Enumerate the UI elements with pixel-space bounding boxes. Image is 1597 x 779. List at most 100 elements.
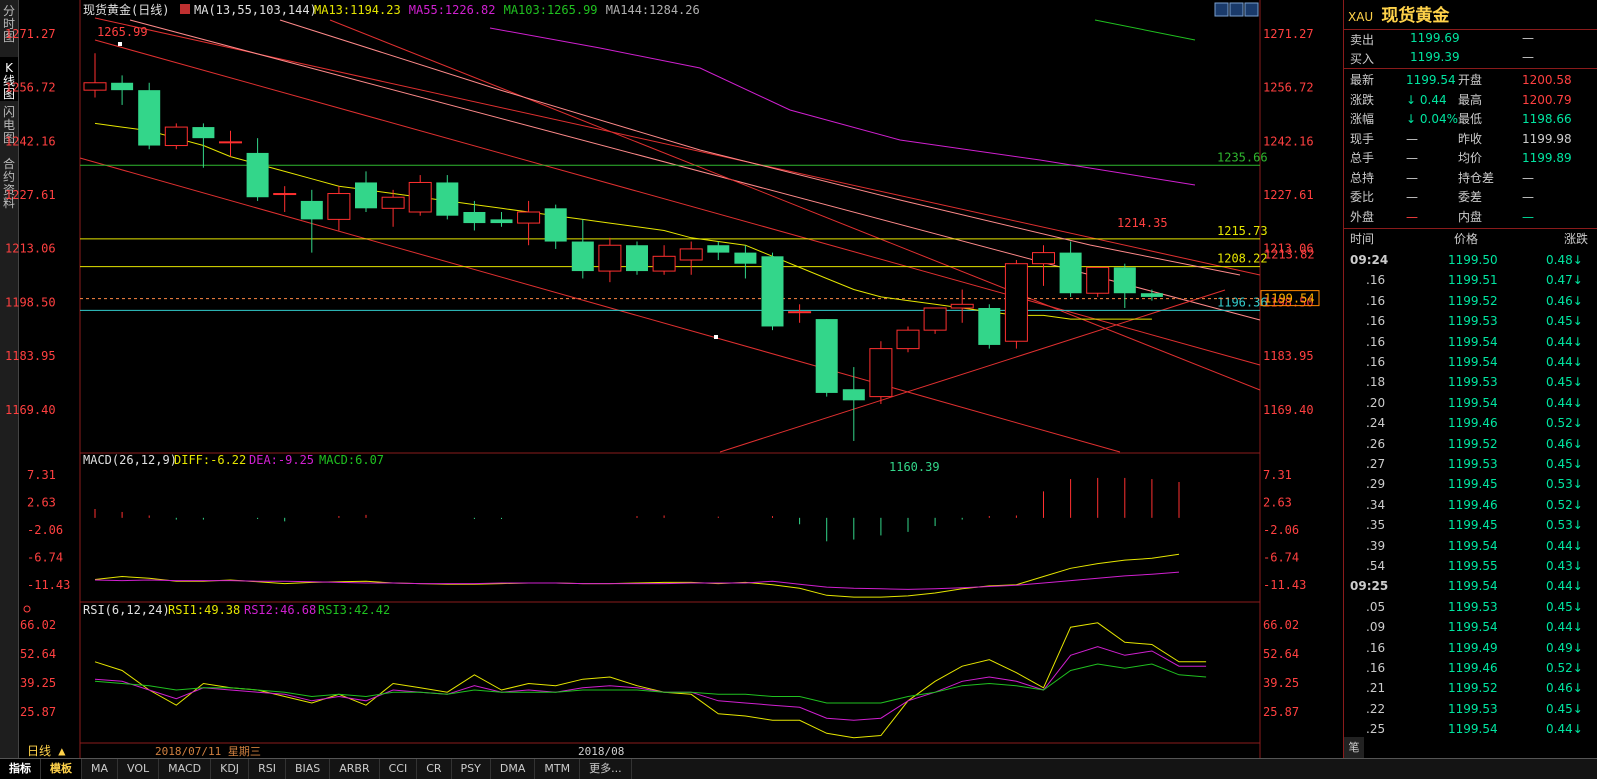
- price-tick-right: 1271.27: [1263, 27, 1314, 41]
- tick-price: 1199.52: [1448, 436, 1498, 451]
- tick-time: .39: [1366, 538, 1386, 553]
- date-cursor-label: 2018/07/11 星期三: [155, 745, 261, 758]
- ma13-line: [94, 122, 1152, 320]
- quote-label: 涨幅: [1350, 112, 1375, 126]
- candle-body: [463, 212, 486, 224]
- tab-ticks[interactable]: 笔: [1344, 737, 1364, 758]
- macd-dea: DEA:-9.25: [249, 453, 314, 467]
- tick-price: 1199.46: [1448, 661, 1498, 675]
- indicator-tab-10[interactable]: CR: [417, 759, 452, 779]
- candle-body: [978, 308, 1001, 345]
- macd-tick-right: -2.06: [1263, 523, 1299, 537]
- ma55-line: [489, 27, 1196, 186]
- tick-price: 1199.53: [1448, 457, 1498, 471]
- period-button[interactable]: 日线 ▲: [27, 744, 66, 758]
- tick-time: .16: [1366, 334, 1386, 349]
- indicator-tab-1[interactable]: 模板: [41, 759, 82, 779]
- tick-price: 1199.54: [1448, 538, 1498, 553]
- indicator-tab-14[interactable]: 更多...: [580, 759, 632, 779]
- macd-tick-right: 2.63: [1263, 495, 1292, 509]
- macd-tick-right: -11.43: [1263, 578, 1306, 592]
- indicator-tab-3[interactable]: VOL: [118, 759, 160, 779]
- trend-line: [94, 39, 1261, 366]
- indicator-tab-4[interactable]: MACD: [159, 759, 212, 779]
- rsi-tick-right: 39.25: [1263, 676, 1299, 690]
- symbol-name: 现货黄金: [1381, 6, 1450, 26]
- tick-price: 1199.52: [1448, 681, 1498, 696]
- level-label: 1196.36: [1217, 295, 1268, 309]
- tick-row: .16 1199.46 0.52↓: [1350, 658, 1597, 678]
- tick-header-time: 时间: [1350, 232, 1375, 246]
- tick-price: 1199.49: [1448, 640, 1498, 655]
- kline-chart[interactable]: 1271.27 1271.27 1256.72 1256.72 1242.16 1242.…: [0, 0, 1343, 758]
- price-tick-right: 1169.40: [1263, 403, 1314, 417]
- rsi-tick-right: 52.64: [1263, 647, 1299, 661]
- tick-header-change: 涨跌: [1564, 232, 1589, 246]
- indicator-tab-9[interactable]: CCI: [380, 759, 418, 779]
- candle-body: [192, 127, 215, 139]
- tick-price: 1199.54: [1448, 579, 1498, 594]
- macd-legend: MACD(26,12,9): [83, 453, 177, 467]
- ma144-line: [279, 19, 1241, 276]
- candle-body: [923, 307, 947, 331]
- quote-value: —: [1406, 151, 1418, 165]
- quote-row: 委比 — 委差 —: [1350, 187, 1597, 207]
- candle-body: [734, 252, 757, 264]
- tick-change: 0.52↓: [1546, 416, 1583, 431]
- quote-value: 1200.79: [1522, 92, 1572, 107]
- indicator-tab-8[interactable]: ARBR: [330, 759, 380, 779]
- window-restore-button[interactable]: [1214, 2, 1229, 17]
- macd-tick-left: 7.31: [27, 468, 56, 482]
- candle-body: [1113, 267, 1136, 294]
- price-tick-left: 1198.50: [5, 295, 56, 309]
- tick-time: .24: [1366, 416, 1386, 431]
- rsi2-line: [94, 646, 1207, 721]
- tick-change: 0.44↓: [1546, 538, 1583, 553]
- tick-price: 1199.45: [1448, 477, 1498, 492]
- divider: [1344, 68, 1597, 69]
- tick-change: 0.45↓: [1546, 701, 1583, 716]
- tick-time: .54: [1366, 559, 1386, 573]
- macd-tick-left: -6.74: [27, 550, 63, 564]
- candle-body: [111, 82, 134, 91]
- candle-body: [83, 82, 107, 91]
- ma-legend-icon: [180, 4, 190, 14]
- tick-row: .27 1199.53 0.45↓: [1350, 454, 1597, 474]
- indicator-tab-11[interactable]: PSY: [452, 759, 491, 779]
- quote-value: —: [1522, 209, 1534, 224]
- quote-value: 1199.98: [1522, 131, 1572, 146]
- indicator-tab-13[interactable]: MTM: [535, 759, 581, 779]
- candle-body: [327, 193, 351, 220]
- rsi-legend: RSI(6,12,24): [83, 603, 170, 617]
- tick-change: 0.44↓: [1546, 334, 1583, 349]
- indicator-tab-7[interactable]: BIAS: [286, 759, 331, 779]
- tick-change: 0.53↓: [1546, 518, 1583, 533]
- tick-row: .29 1199.45 0.53↓: [1350, 474, 1597, 494]
- indicator-tab-6[interactable]: RSI: [249, 759, 286, 779]
- tick-row: .18 1199.53 0.45↓: [1350, 372, 1597, 392]
- candle-body: [842, 389, 865, 401]
- tick-time: .16: [1366, 661, 1386, 675]
- quote-label: 委差: [1458, 190, 1483, 204]
- price-tick-right: 1242.16: [1263, 134, 1314, 148]
- window-min-button[interactable]: [1229, 2, 1244, 17]
- quote-row: 涨幅 ↓ 0.04% 最低 1198.66: [1350, 109, 1597, 129]
- indicator-tab-12[interactable]: DMA: [491, 759, 536, 779]
- candle-body: [707, 245, 730, 253]
- buy-row: 买入 1199.39 —: [1350, 50, 1597, 70]
- tick-change: 0.45↓: [1546, 457, 1583, 471]
- indicator-tab-5[interactable]: KDJ: [211, 759, 250, 779]
- last-price-tag: 1199.54: [1264, 292, 1315, 306]
- tick-row: 09:25 1199.54 0.44↓: [1350, 576, 1597, 596]
- indicator-tab-2[interactable]: MA: [82, 759, 119, 779]
- price-tick-left: 1256.72: [5, 80, 56, 94]
- indicator-tab-0[interactable]: 指标: [0, 759, 41, 779]
- tick-time: .18: [1366, 375, 1386, 390]
- buy-label: 买入: [1350, 52, 1375, 66]
- candle-body: [652, 255, 676, 272]
- tick-time: .35: [1366, 518, 1386, 533]
- window-max-button[interactable]: [1244, 2, 1259, 17]
- candle-body: [815, 319, 838, 393]
- tick-change: 0.52↓: [1546, 661, 1583, 675]
- rsi1-line: [94, 622, 1207, 739]
